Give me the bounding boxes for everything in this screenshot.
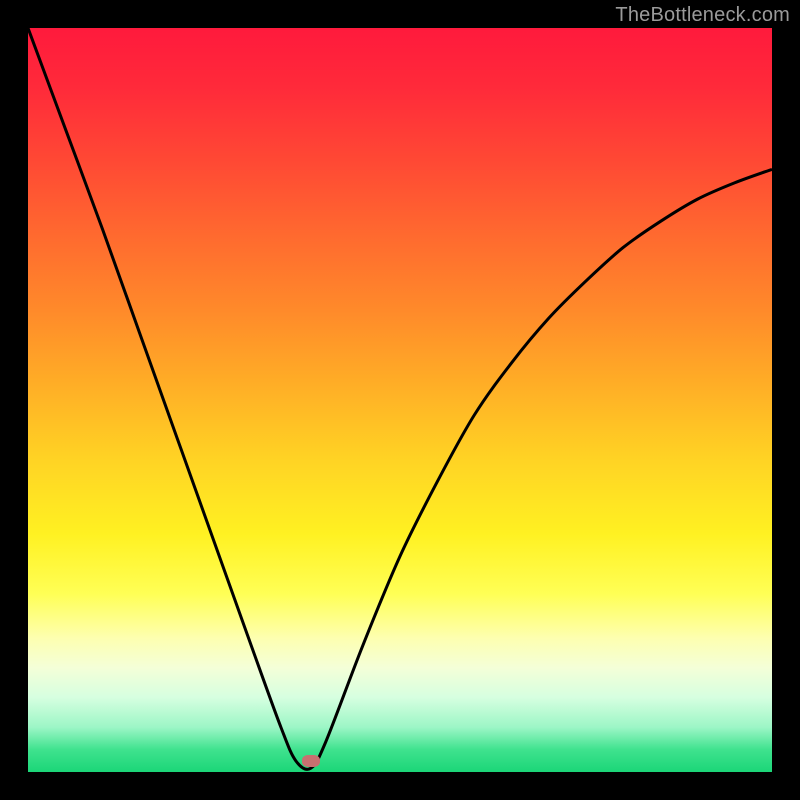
optimal-point-marker [302,755,320,767]
curve-svg [28,28,772,772]
bottleneck-curve [28,28,772,769]
watermark-text: TheBottleneck.com [615,4,790,27]
plot-area [28,28,772,772]
chart-frame: TheBottleneck.com [0,0,800,800]
